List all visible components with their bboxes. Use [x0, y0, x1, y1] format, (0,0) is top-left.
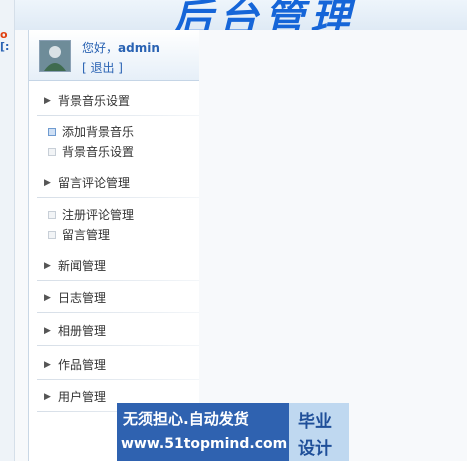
top-banner: 后台管理 — [0, 0, 467, 30]
menu-album[interactable]: ▶ 相册管理 — [29, 320, 199, 346]
divider — [37, 115, 199, 116]
menu-log-label: 日志管理 — [58, 291, 107, 305]
triangle-right-icon: ▶ — [44, 178, 51, 188]
triangle-right-icon: ▶ — [44, 326, 51, 336]
menu-log[interactable]: ▶ 日志管理 — [29, 287, 199, 313]
watermark-main: 无须担心.自动发货 www.51topmind.com — [117, 403, 289, 461]
edge-mark-bottom: [: — [0, 40, 10, 53]
greeting-label: 您好， — [82, 41, 119, 55]
menu-bgmusic-label: 背景音乐设置 — [58, 94, 131, 108]
submenu-guestbook[interactable]: 留言管理 — [29, 226, 199, 244]
submenu-reg-comment[interactable]: 注册评论管理 — [29, 206, 199, 224]
menu-users-label: 用户管理 — [58, 390, 107, 404]
watermark-badge-bottom: 设计 — [298, 439, 332, 459]
menu-album-label: 相册管理 — [58, 324, 107, 338]
divider — [37, 280, 199, 281]
triangle-right-icon: ▶ — [44, 96, 51, 106]
watermark-badge: 毕业 设计 — [289, 403, 349, 461]
menu-works[interactable]: ▶ 作品管理 — [29, 354, 199, 380]
submenu-bgmusic-settings-label: 背景音乐设置 — [62, 145, 135, 159]
divider — [37, 197, 199, 198]
watermark-url: www.51topmind.com — [121, 436, 288, 452]
divider — [37, 379, 199, 380]
submenu-reg-comment-label: 注册评论管理 — [62, 208, 135, 222]
watermark-badge-top: 毕业 — [298, 412, 332, 432]
submenu-add-bgmusic[interactable]: 添加背景音乐 — [29, 123, 199, 141]
square-bullet-icon — [48, 211, 56, 219]
menu-bgmusic[interactable]: ▶ 背景音乐设置 — [29, 90, 199, 116]
triangle-right-icon: ▶ — [44, 293, 51, 303]
square-bullet-icon — [48, 148, 56, 156]
triangle-right-icon: ▶ — [44, 261, 51, 271]
submenu-guestbook-label: 留言管理 — [62, 228, 111, 242]
menu-comment[interactable]: ▶ 留言评论管理 — [29, 172, 199, 198]
watermark-slogan: 无须担心.自动发货 — [123, 410, 249, 428]
banner-title: 后台管理 — [172, 0, 356, 30]
divider — [37, 312, 199, 313]
submenu-add-bgmusic-label: 添加背景音乐 — [62, 125, 135, 139]
menu-news[interactable]: ▶ 新闻管理 — [29, 255, 199, 281]
avatar — [39, 40, 71, 72]
username: admin — [118, 41, 160, 55]
user-panel: 您好，admin [ 退出 ] — [29, 30, 199, 81]
user-avatar-icon — [40, 41, 70, 71]
left-frame-edge: o [: — [0, 0, 15, 461]
triangle-right-icon: ▶ — [44, 360, 51, 370]
submenu-bgmusic-settings[interactable]: 背景音乐设置 — [29, 143, 199, 161]
triangle-right-icon: ▶ — [44, 392, 51, 402]
divider — [37, 345, 199, 346]
watermark-banner: 无须担心.自动发货 www.51topmind.com 毕业 设计 — [117, 403, 349, 461]
greeting-text: 您好，admin — [82, 39, 160, 56]
menu-comment-label: 留言评论管理 — [58, 176, 131, 190]
logout-link[interactable]: [ 退出 ] — [82, 59, 123, 76]
menu-news-label: 新闻管理 — [58, 259, 107, 273]
square-bullet-icon — [48, 231, 56, 239]
sidebar: 您好，admin [ 退出 ] ▶ 背景音乐设置 添加背景音乐 背景音乐设置 ▶… — [28, 30, 199, 461]
square-bullet-icon — [48, 128, 56, 136]
menu-works-label: 作品管理 — [58, 358, 107, 372]
